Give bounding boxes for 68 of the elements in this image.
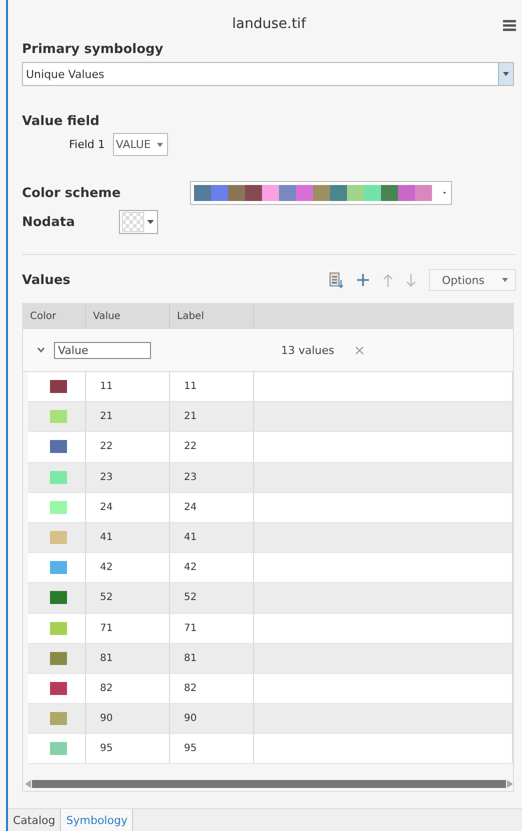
table-cell: 90 (170, 704, 254, 734)
color-symbol[interactable] (50, 380, 67, 394)
table-cell: 41 (170, 522, 254, 552)
add-values-icon[interactable] (329, 272, 343, 288)
tab[interactable]: Symbology (61, 809, 134, 831)
color-symbol[interactable] (50, 712, 67, 726)
color-symbol[interactable] (50, 470, 67, 484)
color-symbol[interactable] (50, 591, 67, 604)
dropdown-arrow-icon (156, 142, 163, 146)
color-symbol[interactable] (50, 561, 67, 574)
group-field: Value (54, 342, 151, 358)
table-cell: 41 (86, 522, 170, 552)
section-heading: Nodata (22, 214, 76, 230)
horizontal-scrollbar[interactable] (25, 780, 513, 788)
menu-icon[interactable] (503, 20, 516, 31)
table-cell: 82 (86, 674, 170, 704)
table-cell: 82 (170, 674, 254, 704)
table-cell: 95 (86, 734, 170, 764)
table-cell: 22 (86, 432, 170, 462)
table-cell: 42 (170, 553, 254, 582)
table-cell: 81 (86, 644, 170, 673)
dropdown-arrow-icon (503, 72, 509, 76)
color-symbol[interactable] (50, 410, 67, 424)
dropdown-arrow-icon (443, 191, 446, 195)
color-symbol[interactable] (50, 622, 67, 635)
table-cell: 11 (170, 372, 254, 402)
field-dropdown[interactable]: VALUE (112, 133, 168, 156)
table-cell: 42 (86, 553, 170, 582)
collapse-icon[interactable] (37, 347, 45, 353)
move-up-icon[interactable] (383, 274, 393, 286)
table-cell: 22 (170, 432, 254, 462)
table-cell: 95 (170, 734, 254, 764)
transparent-swatch-icon (122, 212, 144, 232)
color-symbol[interactable] (50, 682, 67, 695)
color-symbol[interactable] (50, 742, 67, 756)
table-cell: 24 (170, 492, 254, 522)
color-scheme-dropdown[interactable] (190, 181, 452, 205)
move-down-icon[interactable] (406, 274, 416, 286)
section-heading: Primary symbology (22, 42, 164, 57)
section-heading: Values (22, 272, 70, 288)
options-button[interactable]: Options (429, 269, 516, 291)
section-heading: Color scheme (22, 186, 122, 200)
table-cell: 24 (86, 492, 170, 522)
table-cell: 23 (86, 462, 170, 492)
table-cell: 23 (170, 462, 254, 492)
table-cell: 71 (86, 614, 170, 643)
panel-title: landuse.tif (232, 16, 306, 32)
close-icon[interactable] (355, 346, 364, 354)
color-symbol[interactable] (50, 440, 67, 454)
table-cell: 52 (170, 583, 254, 612)
table-cell: 21 (170, 402, 254, 432)
table-cell: 90 (86, 704, 170, 734)
color-symbol[interactable] (50, 531, 67, 544)
table-cell: 52 (86, 583, 170, 612)
symbology-dropdown[interactable]: Unique Values (22, 62, 514, 86)
value-count: 13 values (281, 344, 334, 356)
nodata-dropdown[interactable] (119, 210, 158, 234)
color-symbol[interactable] (50, 652, 67, 665)
table-cell: 71 (170, 614, 254, 643)
add-icon[interactable] (356, 273, 370, 287)
dropdown-arrow-icon (147, 220, 154, 224)
dropdown-arrow-icon (502, 278, 508, 282)
table-cell: 21 (86, 402, 170, 432)
table-cell: 81 (170, 644, 254, 673)
color-symbol[interactable] (50, 500, 67, 514)
section-heading: Value field (22, 114, 100, 129)
field-label: Field 1 (69, 138, 105, 151)
table-cell: 11 (86, 372, 170, 402)
